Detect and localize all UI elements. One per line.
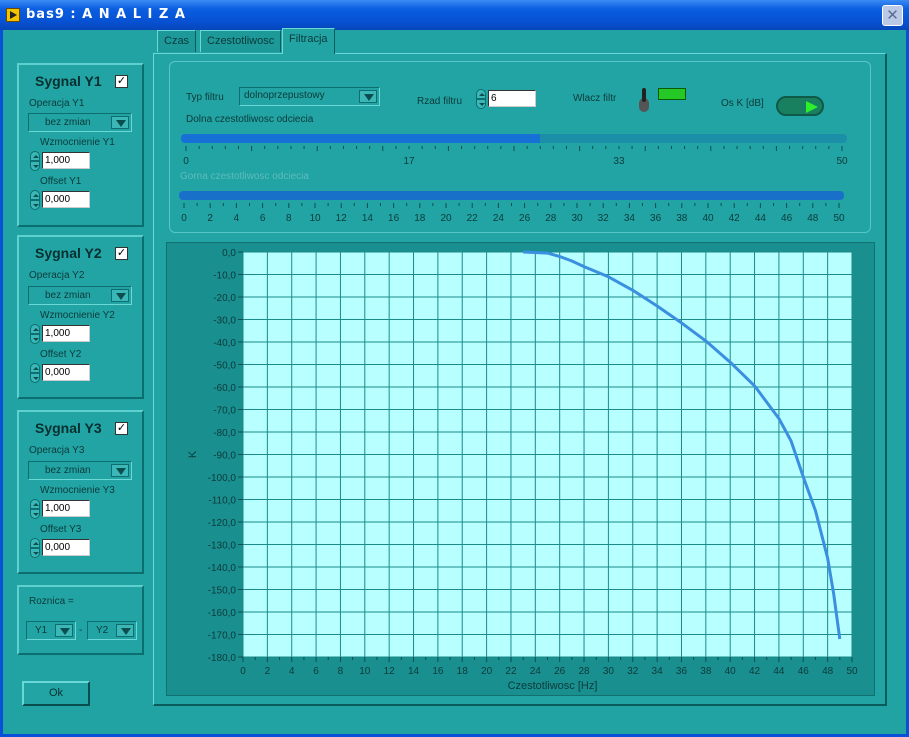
upper-scale-label: 40: [702, 213, 714, 224]
lower-scale-label: 33: [613, 156, 625, 167]
x-tick-label: 12: [384, 666, 396, 677]
upper-scale-label: 2: [207, 213, 213, 224]
upper-scale-label: 12: [336, 213, 348, 224]
upper-scale-label: 36: [650, 213, 662, 224]
frequency-response-chart: 0 2 4 6 8 10 12 14 16 18 20 22 24 26 28 30 32 34 36 38 40 42 4…: [187, 248, 858, 692]
x-tick-label: 26: [554, 666, 566, 677]
upper-scale-label: 50: [833, 213, 845, 224]
x-tick-label: 40: [725, 666, 737, 677]
x-tick-label: 6: [313, 666, 319, 677]
y-tick-label: -20,0: [213, 293, 236, 304]
y-tick-label: -140,0: [208, 563, 237, 574]
upper-scale-label: 16: [388, 213, 400, 224]
upper-scale-label: 6: [260, 213, 266, 224]
y-tick-label: -100,0: [208, 473, 237, 484]
lower-scale-label: 0: [183, 156, 189, 167]
y-tick-label: 0,0: [222, 248, 236, 259]
tab-filtracja[interactable]: Filtracja: [282, 28, 335, 54]
x-tick-label: 2: [265, 666, 271, 677]
upper-scale-label: 34: [624, 213, 636, 224]
y-tick-label: -70,0: [213, 406, 236, 417]
x-tick-label: 36: [676, 666, 688, 677]
x-tick-label: 46: [798, 666, 810, 677]
x-axis-label: Czestotliwosc [Hz]: [508, 680, 598, 692]
x-tick-label: 42: [749, 666, 761, 677]
upper-scale-label: 28: [545, 213, 557, 224]
upper-scale-label: 44: [755, 213, 767, 224]
lower-scale-label: 50: [836, 156, 848, 167]
y-tick-label: -150,0: [208, 586, 237, 597]
upper-scale-label: 20: [440, 213, 452, 224]
x-tick-label: 34: [652, 666, 664, 677]
x-tick-label: 30: [603, 666, 615, 677]
y-tick-label: -160,0: [208, 608, 237, 619]
x-tick-label: 22: [505, 666, 517, 677]
y-tick-label: -30,0: [213, 316, 236, 327]
x-tick-label: 18: [457, 666, 469, 677]
x-tick-label: 8: [338, 666, 344, 677]
x-tick-label: 14: [408, 666, 420, 677]
upper-cutoff-slider[interactable]: [179, 191, 844, 200]
y-tick-label: -40,0: [213, 338, 236, 349]
upper-scale-label: 22: [467, 213, 479, 224]
y-tick-label: -120,0: [208, 518, 237, 529]
upper-scale-label: 0: [181, 213, 187, 224]
x-tick-label: 16: [432, 666, 444, 677]
y-tick-label: -90,0: [213, 451, 236, 462]
y-tick-label: -170,0: [208, 631, 237, 642]
upper-cutoff-label: Gorna czestotliwosc odciecia: [180, 171, 309, 182]
y-tick-label: -10,0: [213, 271, 236, 282]
y-tick-label: -50,0: [213, 361, 236, 372]
upper-scale-label: 24: [493, 213, 505, 224]
x-tick-label: 10: [359, 666, 371, 677]
y-axis-label: K: [187, 450, 199, 458]
upper-scale-label: 4: [234, 213, 240, 224]
x-tick-label: 28: [578, 666, 590, 677]
y-tick-label: -180,0: [208, 653, 237, 664]
x-tick-label: 50: [846, 666, 858, 677]
upper-scale-label: 10: [309, 213, 321, 224]
upper-scale-label: 42: [729, 213, 741, 224]
x-tick-label: 44: [773, 666, 785, 677]
upper-scale-label: 14: [362, 213, 374, 224]
upper-scale-label: 48: [807, 213, 819, 224]
x-tick-label: 24: [530, 666, 542, 677]
upper-scale-label: 30: [571, 213, 583, 224]
x-tick-label: 20: [481, 666, 493, 677]
y-tick-label: -110,0: [208, 496, 236, 507]
x-tick-label: 38: [700, 666, 712, 677]
upper-scale-label: 18: [414, 213, 426, 224]
x-tick-label: 0: [240, 666, 246, 677]
y-tick-label: -80,0: [213, 428, 236, 439]
x-tick-label: 32: [627, 666, 639, 677]
upper-scale-label: 46: [781, 213, 793, 224]
lower-scale-label: 17: [403, 156, 415, 167]
upper-scale-label: 8: [286, 213, 292, 224]
upper-scale-label: 26: [519, 213, 531, 224]
x-tick-label: 48: [822, 666, 834, 677]
upper-scale-label: 32: [598, 213, 610, 224]
y-tick-label: -130,0: [208, 541, 237, 552]
y-tick-label: -60,0: [213, 383, 236, 394]
x-tick-label: 4: [289, 666, 295, 677]
upper-scale-label: 38: [676, 213, 688, 224]
